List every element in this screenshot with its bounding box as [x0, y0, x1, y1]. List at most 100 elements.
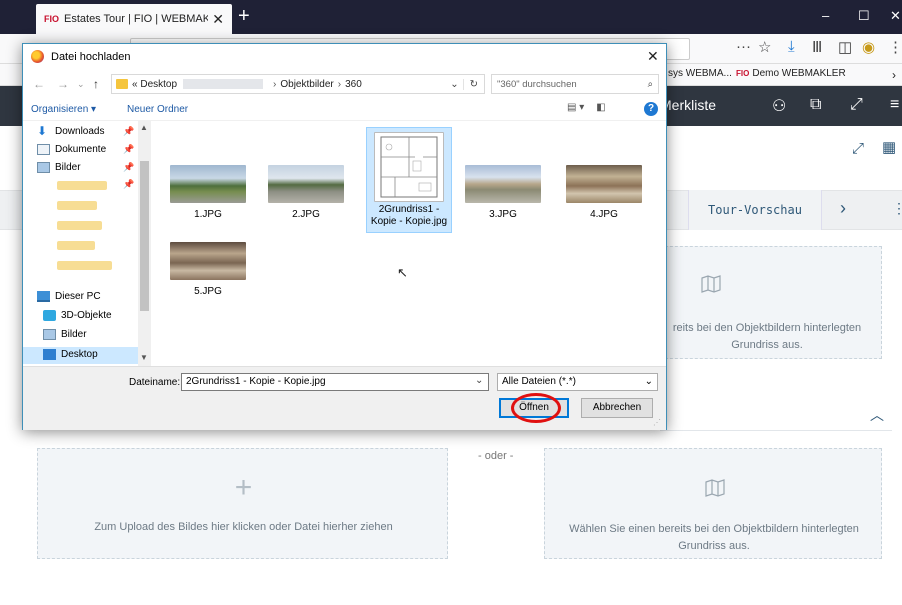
search-placeholder: "360" durchsuchen [497, 79, 577, 90]
sidebar-icon[interactable]: ◫ [838, 38, 852, 56]
preview-pane-icon[interactable]: ◧ [596, 102, 605, 113]
download-icon[interactable]: ⤓ [788, 38, 795, 55]
panorama-thumbnail [566, 165, 642, 203]
maximize-button[interactable]: ☐ [858, 8, 870, 24]
scroll-up-icon[interactable]: ▲ [140, 123, 148, 132]
cancel-button[interactable]: Abbrechen [581, 398, 653, 418]
bookmark-sys-webmakler[interactable]: sys WEBMA... [668, 68, 732, 79]
file-list: 1.JPG 2.JPG 2Grundriss1 - Kopie - Kopie.… [153, 121, 666, 366]
extension-icon[interactable]: ◉ [862, 38, 875, 56]
menu-icon[interactable]: ⋮ [888, 38, 902, 56]
filename-label: Dateiname: [129, 377, 181, 388]
tab-tour-vorschau[interactable]: Tour-Vorschau [688, 190, 822, 230]
new-folder-button[interactable]: Neuer Ordner [127, 104, 188, 115]
refresh-icon[interactable]: ↻ [462, 78, 484, 90]
mouse-cursor-icon: ↖ [397, 265, 408, 280]
bookmark-brand: FIO [736, 69, 750, 78]
file-item-5[interactable]: 5.JPG [165, 242, 251, 297]
minimize-button[interactable]: – [822, 8, 829, 23]
pictures-icon [37, 162, 50, 173]
nav-3d-objekte[interactable]: 3D-Objekte [43, 310, 112, 321]
bookmark-demo-webmakler[interactable]: FIO Demo WEBMAKLER [736, 68, 846, 79]
file-type-value: Alle Dateien (*.*) [502, 376, 576, 387]
pictures-icon [43, 329, 56, 340]
nav-dokumente[interactable]: Dokumente [37, 144, 106, 155]
expand-icon[interactable]: ⤢ [852, 140, 864, 157]
nav-bilder-pc[interactable]: Bilder [43, 329, 87, 340]
plus-icon: + [234, 471, 253, 504]
breadcrumb-desktop[interactable]: Desktop [140, 79, 177, 90]
library-icon[interactable]: Ⅲ [812, 38, 822, 56]
collapse-chevron-icon[interactable]: ︿ [870, 405, 884, 425]
menu-toggle-icon[interactable]: ≡ [890, 96, 899, 114]
dialog-close-button[interactable]: ✕ [647, 48, 659, 65]
bookmark-star-icon[interactable]: ☆ [758, 38, 771, 56]
view-options[interactable]: ▤ ▾ ◧ [567, 102, 606, 113]
user-icon[interactable]: ⚇ [772, 96, 786, 116]
scroll-thumb[interactable] [140, 161, 149, 311]
filename-dropdown-icon[interactable]: ⌄ [475, 375, 483, 386]
nav-label: Bilder [55, 162, 81, 173]
grid-view-icon[interactable]: ▦ [882, 138, 896, 156]
nav-bilder[interactable]: Bilder [37, 162, 81, 173]
back-arrow-icon[interactable]: ← [33, 77, 45, 91]
filename-input[interactable]: 2Grundriss1 - Kopie - Kopie.jpg [181, 373, 489, 391]
address-dropdown-icon[interactable]: ⌄ [446, 79, 462, 90]
page-actions-icon[interactable]: ··· [736, 38, 751, 55]
breadcrumb-objektbilder[interactable]: Objektbilder [280, 79, 333, 90]
breadcrumb-separator: › [337, 78, 342, 90]
file-item-grundriss[interactable]: 2Grundriss1 - Kopie - Kopie.jpg [366, 127, 452, 233]
floorplan-select-box[interactable]: reits bei den Objektbildern hinterlegten… [650, 246, 882, 359]
tabs-more-button[interactable]: ⋮ [892, 200, 902, 217]
floorplan-choose-box[interactable]: Wählen Sie einen bereits bei den Objektb… [544, 448, 882, 559]
tab-close-icon[interactable]: ✕ [212, 11, 224, 28]
bookmarks-more[interactable]: › [892, 68, 896, 82]
open-button[interactable]: Öffnen [499, 398, 569, 418]
window-close-button[interactable]: ✕ [890, 8, 901, 24]
breadcrumb-separator: › [273, 78, 277, 90]
file-item-1[interactable]: 1.JPG [165, 165, 251, 220]
forward-arrow-icon[interactable]: → [57, 77, 69, 91]
dialog-titlebar: Datei hochladen [23, 44, 666, 71]
panorama-thumbnail [170, 242, 246, 280]
copy-icon[interactable]: ⧉ [810, 96, 821, 114]
resize-grip-icon[interactable]: ⋰ [653, 418, 661, 427]
floorplan-select-text: reits bei den Objektbildern hinterlegten… [672, 322, 862, 351]
nav-desktop[interactable]: Desktop [43, 349, 98, 360]
file-name: 2Grundriss1 - Kopie - Kopie.jpg [370, 204, 448, 227]
nav-dieser-pc[interactable]: Dieser PC [37, 291, 101, 302]
scroll-down-icon[interactable]: ▼ [140, 353, 148, 362]
folder-search-input[interactable]: "360" durchsuchen ⌕ [491, 74, 659, 94]
nav-label: Desktop [61, 349, 98, 360]
view-mode-icon[interactable]: ▤ ▾ [567, 102, 584, 113]
file-item-4[interactable]: 4.JPG [561, 165, 647, 220]
organize-menu[interactable]: Organisieren ▾ [31, 104, 96, 115]
file-name: 2.JPG [292, 209, 320, 220]
nav-label: Downloads [55, 126, 105, 137]
file-name: 5.JPG [194, 286, 222, 297]
breadcrumb-overflow[interactable]: « [132, 79, 138, 90]
nav-scrollbar[interactable]: ▲ ▼ [138, 121, 151, 366]
browser-tab[interactable]: FIO Estates Tour | FIO | WEBMAKLER ✕ [36, 4, 232, 34]
new-tab-button[interactable]: + [238, 6, 250, 26]
file-upload-dialog: Datei hochladen ✕ ← → ⌄ ↑ « Desktop › Ob… [22, 43, 667, 430]
address-breadcrumb[interactable]: « Desktop › Objektbilder › 360 ⌄ ↻ [111, 74, 485, 94]
panorama-thumbnail [170, 165, 246, 203]
nav-label: Dokumente [55, 144, 107, 155]
breadcrumb-360[interactable]: 360 [345, 79, 362, 90]
nav-downloads[interactable]: ⬇ Downloads [37, 124, 105, 138]
firefox-icon [31, 50, 44, 63]
up-arrow-icon[interactable]: ↑ [93, 77, 99, 91]
fullscreen-icon[interactable]: ⤢ [850, 96, 863, 114]
download-icon: ⬇ [37, 124, 48, 138]
help-icon[interactable]: ? [644, 102, 658, 116]
upload-dropzone[interactable]: + Zum Upload des Bildes hier klicken ode… [37, 448, 448, 559]
tabs-next-button[interactable]: › [840, 198, 846, 219]
desktop-icon [43, 349, 56, 360]
file-type-select[interactable]: Alle Dateien (*.*) ⌄ [497, 373, 658, 391]
file-item-2[interactable]: 2.JPG [263, 165, 349, 220]
file-item-3[interactable]: 3.JPG [460, 165, 546, 220]
tab-brand: FIO [44, 14, 59, 24]
recent-chevron-icon[interactable]: ⌄ [77, 79, 85, 90]
merkliste-link[interactable]: Merkliste [660, 97, 716, 113]
